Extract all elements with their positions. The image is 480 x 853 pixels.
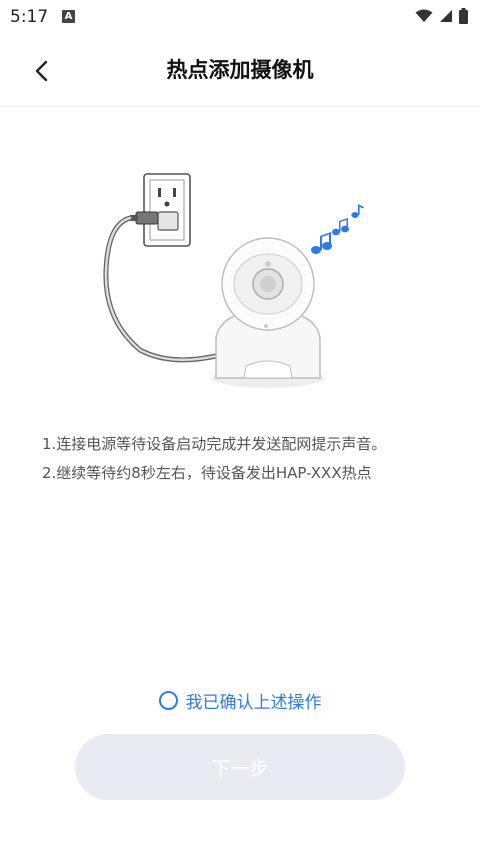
status-bar: 5:17 A — [0, 0, 480, 34]
power-outlet-icon — [143, 173, 191, 247]
instruction-step-2: 2.继续等待约8秒左右，待设备发出HAP-XXX热点 — [42, 464, 372, 482]
radio-unchecked-icon[interactable] — [158, 691, 178, 710]
next-step-button[interactable]: 下一步 — [75, 734, 405, 800]
status-time: 5:17 — [10, 7, 49, 27]
status-icons — [415, 8, 468, 24]
instructions: 1.连接电源等待设备启动完成并发送配网提示声音。 2.继续等待约8秒左右，待设备… — [42, 430, 462, 488]
setup-illustration — [103, 173, 364, 388]
camera-icon — [212, 237, 324, 388]
header: 热点添加摄像机 — [0, 34, 480, 107]
page-title: 热点添加摄像机 — [166, 58, 314, 82]
instruction-step-1: 1.连接电源等待设备启动完成并发送配网提示声音。 — [42, 435, 387, 453]
confirm-label[interactable]: 我已确认上述操作 — [186, 688, 322, 713]
music-notes-icon — [311, 204, 364, 254]
signal-icon — [440, 10, 452, 22]
notification-a-icon: A — [62, 10, 75, 23]
confirm-checkbox[interactable]: 我已确认上述操作 — [0, 688, 480, 713]
battery-icon — [459, 8, 468, 24]
wifi-icon — [415, 9, 433, 22]
